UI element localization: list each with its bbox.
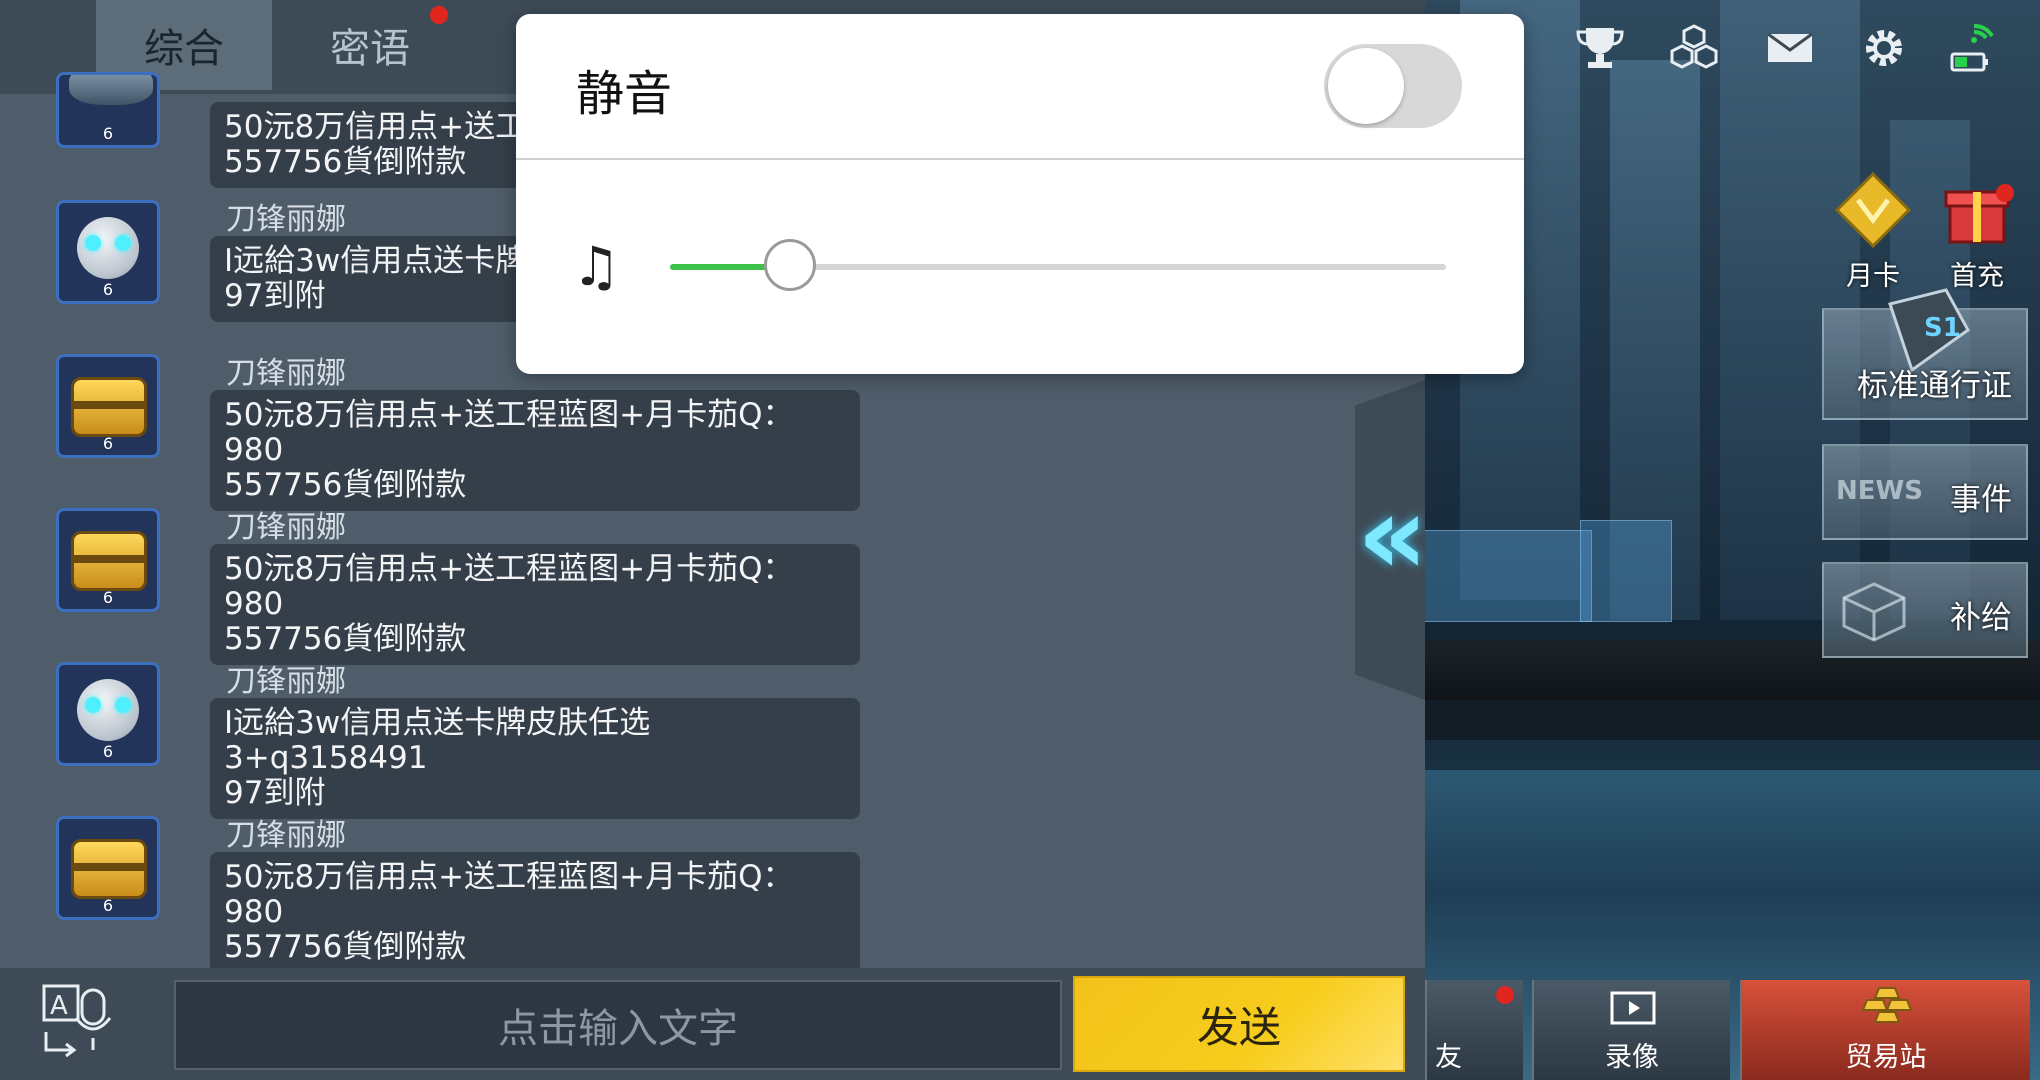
mute-row: 静音 xyxy=(516,14,1524,160)
player-avatar[interactable]: 6 xyxy=(56,354,160,458)
battle-pass-label: 标准通行证 xyxy=(1857,368,2012,404)
nav-friends-label: 友 xyxy=(1435,1042,1462,1073)
battle-pass-button[interactable]: S1 标准通行证 xyxy=(1822,288,2028,420)
chat-message: 6 刀锋丽娜 50沅8万信用点+送工程蓝图+月卡茄Q：980 557756貨倒附… xyxy=(56,354,876,511)
trophy-icon[interactable] xyxy=(1572,20,1628,76)
nav-trading-post-button[interactable]: 贸易站 xyxy=(1740,980,2030,1080)
message-text-line2: 97到附 xyxy=(224,775,326,811)
volume-slider[interactable] xyxy=(670,239,1446,291)
message-text-line2: 557756貨倒附款 xyxy=(224,929,467,965)
message-bubble[interactable]: 50沅8万信用点+送工程蓝图+月卡茄Q：980 557756貨倒附款 xyxy=(210,852,860,973)
chat-input-bar: A 点击输入文字 发送 xyxy=(0,968,1425,1080)
battery-signal-icon xyxy=(1944,20,2000,76)
sender-name[interactable]: 刀锋丽娜 xyxy=(226,810,346,854)
collapse-chat-handle[interactable]: « xyxy=(1355,380,1425,700)
message-text-line1: I远給3w信用点送卡牌皮肤任选3+q3158491 xyxy=(224,705,651,776)
monthly-card-button[interactable]: 月卡 xyxy=(1828,170,1918,293)
sender-name[interactable]: 刀锋丽娜 xyxy=(226,194,346,238)
player-avatar[interactable]: 6 xyxy=(56,816,160,920)
chat-message: 6 刀锋丽娜 50沅8万信用点+送工程蓝图+月卡茄Q：980 557756貨倒附… xyxy=(56,508,876,665)
mute-toggle[interactable] xyxy=(1324,44,1462,128)
message-bubble[interactable]: 50沅8万信用点+送工程蓝图+月卡茄Q：980 557756貨倒附款 xyxy=(210,390,860,511)
private-notification-dot xyxy=(430,6,448,24)
send-button-label: 发送 xyxy=(1196,1002,1281,1052)
tab-general-label: 综合 xyxy=(144,26,224,72)
mute-toggle-knob xyxy=(1328,48,1404,124)
player-avatar[interactable]: 6 xyxy=(56,662,160,766)
supply-crate-icon xyxy=(1842,582,1906,642)
svg-text:A: A xyxy=(50,991,68,1021)
gift-box-icon xyxy=(1944,190,2010,244)
message-text-line1: 50沅8万信用点+送工程蓝图+月卡茄Q：980 xyxy=(224,551,794,622)
monthly-card-icon xyxy=(1834,171,1912,249)
avatar-level: 6 xyxy=(102,124,114,143)
first-recharge-notification-dot xyxy=(1996,184,2014,202)
avatar-level: 6 xyxy=(102,434,114,453)
message-text-line2: 557756貨倒附款 xyxy=(224,467,467,503)
chat-message: 6 刀锋丽娜 50沅8万信用点+送工程蓝图+月卡茄Q：980 557756貨倒附… xyxy=(56,816,876,973)
mail-icon[interactable] xyxy=(1762,20,1818,76)
events-button[interactable]: NEWS 事件 xyxy=(1822,444,2028,540)
nav-replay-button[interactable]: 录像 xyxy=(1532,980,1730,1080)
sender-name[interactable]: 刀锋丽娜 xyxy=(226,656,346,700)
message-text-line1: 50沅8万信用点+送工程蓝图+月卡茄Q：980 xyxy=(224,397,794,468)
voice-text-toggle-icon: A xyxy=(42,984,112,1058)
nav-replay-label: 录像 xyxy=(1605,1042,1659,1073)
player-avatar[interactable]: 6 xyxy=(56,508,160,612)
chevron-left-icon: « xyxy=(1357,471,1429,599)
voice-input-button[interactable]: A xyxy=(36,982,126,1068)
news-decoration: NEWS xyxy=(1836,476,1923,506)
chat-input-placeholder: 点击输入文字 xyxy=(498,1006,738,1052)
cubes-icon[interactable] xyxy=(1666,20,1722,76)
avatar-level: 6 xyxy=(102,896,114,915)
chat-text-input[interactable]: 点击输入文字 xyxy=(174,980,1062,1070)
music-note-icon: ♫ xyxy=(572,235,621,298)
supply-label: 补给 xyxy=(1950,600,2012,636)
sender-name[interactable]: 刀锋丽娜 xyxy=(226,502,346,546)
video-play-icon xyxy=(1610,991,1656,1025)
battle-pass-badge: S1 xyxy=(1924,313,1961,343)
message-text-line2: 557756貨倒附款 xyxy=(224,621,467,657)
friends-notification-dot xyxy=(1496,986,1514,1004)
sound-settings-popup: 静音 ♫ xyxy=(516,14,1524,374)
game-screen: 综合 密语 6 50沅8万信用点+送工 557756貨倒附款 6 刀锋丽娜 I远… xyxy=(0,0,2040,1080)
nav-trading-post-label: 贸易站 xyxy=(1845,1042,1927,1073)
events-label: 事件 xyxy=(1950,482,2012,518)
message-bubble[interactable]: 50沅8万信用点+送工程蓝图+月卡茄Q：980 557756貨倒附款 xyxy=(210,544,860,665)
message-text-line1: 50沅8万信用点+送工程蓝图+月卡茄Q：980 xyxy=(224,859,794,930)
volume-slider-thumb[interactable] xyxy=(764,239,816,291)
player-avatar[interactable]: 6 xyxy=(56,200,160,304)
mute-label: 静音 xyxy=(576,66,673,122)
chat-message: 6 刀锋丽娜 I远給3w信用点送卡牌皮肤任选3+q3158491 97到附 xyxy=(56,662,876,819)
player-avatar[interactable]: 6 xyxy=(56,72,160,148)
avatar-level: 6 xyxy=(102,742,114,761)
message-bubble[interactable]: I远給3w信用点送卡牌皮肤任选3+q3158491 97到附 xyxy=(210,698,860,819)
tab-private-label: 密语 xyxy=(330,26,410,72)
supply-button[interactable]: 补给 xyxy=(1822,562,2028,658)
avatar-level: 6 xyxy=(102,280,114,299)
avatar-level: 6 xyxy=(102,588,114,607)
send-button[interactable]: 发送 xyxy=(1073,976,1405,1072)
settings-icon[interactable] xyxy=(1856,20,1912,76)
sender-name[interactable]: 刀锋丽娜 xyxy=(226,348,346,392)
gold-bars-icon xyxy=(1861,987,1913,1023)
